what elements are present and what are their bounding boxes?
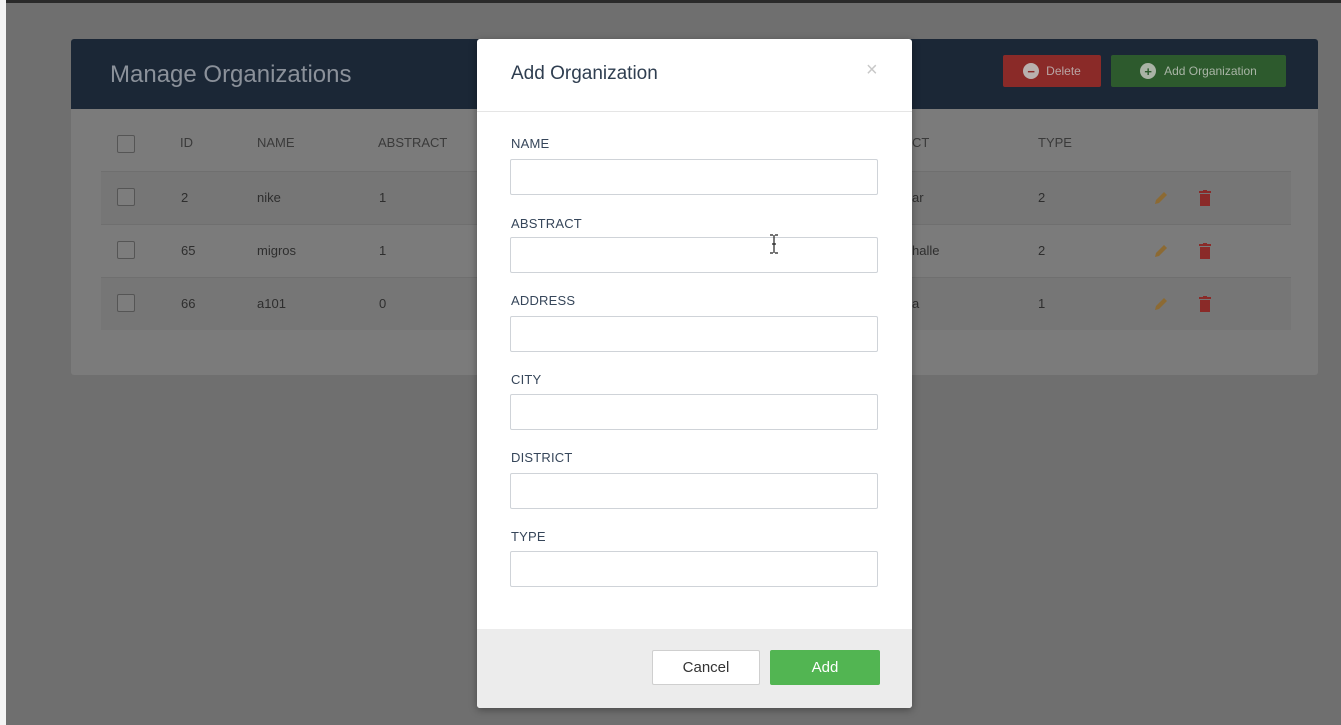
abstract-input[interactable]	[510, 237, 878, 273]
cancel-button[interactable]: Cancel	[652, 650, 760, 685]
trash-icon[interactable]	[1199, 190, 1211, 206]
column-header-abstract: ABSTRACT	[378, 135, 448, 150]
row-name: a101	[257, 296, 286, 311]
column-header-id: ID	[180, 135, 193, 150]
window-top-border	[0, 0, 1341, 3]
add-button[interactable]: Add	[770, 650, 880, 685]
address-label: ADDRESS	[511, 293, 576, 308]
row-id: 65	[181, 243, 196, 258]
row-id: 66	[181, 296, 196, 311]
name-label: NAME	[511, 136, 550, 151]
trash-icon[interactable]	[1199, 296, 1211, 312]
modal-header: Add Organization ×	[477, 39, 912, 112]
row-name: migros	[257, 243, 297, 258]
row-type: 2	[1038, 243, 1046, 258]
page-title: Manage Organizations	[110, 61, 352, 88]
plus-circle-icon: +	[1140, 63, 1157, 79]
row-abstract: 1	[379, 243, 387, 258]
row-district: ar	[912, 190, 924, 205]
row-district: halle	[912, 243, 940, 258]
trash-icon[interactable]	[1199, 243, 1211, 259]
text-cursor-icon	[770, 234, 778, 254]
modal-footer: Cancel Add	[477, 629, 912, 708]
pencil-icon[interactable]	[1153, 243, 1169, 259]
close-icon[interactable]: ×	[866, 60, 878, 80]
row-abstract: 0	[379, 296, 387, 311]
row-checkbox[interactable]	[117, 294, 135, 312]
address-input[interactable]	[510, 316, 878, 352]
row-checkbox[interactable]	[117, 241, 135, 259]
abstract-label: ABSTRACT	[511, 216, 582, 231]
minus-circle-icon: −	[1023, 63, 1040, 79]
type-input[interactable]	[510, 551, 878, 587]
row-type: 2	[1038, 190, 1046, 205]
column-header-type: TYPE	[1038, 135, 1072, 150]
district-input[interactable]	[510, 473, 878, 509]
row-type: 1	[1038, 296, 1046, 311]
select-all-checkbox[interactable]	[117, 135, 135, 153]
pencil-icon[interactable]	[1153, 296, 1169, 312]
row-abstract: 1	[379, 190, 387, 205]
modal-title: Add Organization	[511, 63, 658, 84]
city-label: CITY	[511, 372, 542, 387]
row-id: 2	[181, 190, 189, 205]
district-label: DISTRICT	[511, 450, 573, 465]
add-organization-button-label: Add Organization	[1164, 64, 1257, 78]
pencil-icon[interactable]	[1153, 190, 1169, 206]
row-checkbox[interactable]	[117, 188, 135, 206]
row-name: nike	[257, 190, 281, 205]
name-input[interactable]	[510, 159, 878, 195]
delete-button-label: Delete	[1046, 64, 1081, 78]
column-header-name: NAME	[257, 135, 295, 150]
type-label: TYPE	[511, 529, 546, 544]
add-organization-button[interactable]: + Add Organization	[1111, 55, 1286, 87]
window-left-border	[0, 0, 6, 725]
column-header-district: CT	[912, 135, 930, 150]
delete-button[interactable]: − Delete	[1003, 55, 1101, 87]
add-organization-modal: Add Organization × NAME ABSTRACT ADDRESS…	[477, 39, 912, 708]
city-input[interactable]	[510, 394, 878, 430]
row-district: a	[912, 296, 920, 311]
